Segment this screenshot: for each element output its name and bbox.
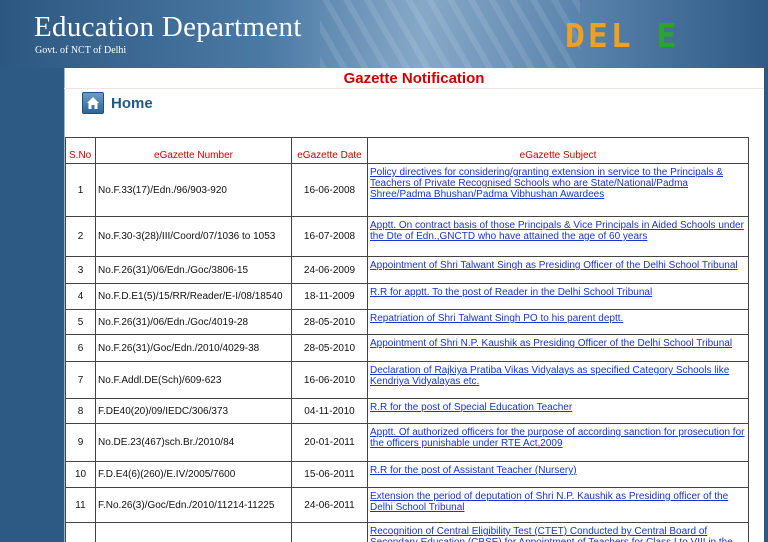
row-egazette-number: F.No.26(3)/Goc/Edn./2010/11214-11225 — [95, 487, 292, 523]
row-subject-link[interactable]: Recognition of Central Eligibility Test … — [370, 526, 733, 542]
table-row: 7 No.F.Addl.DE(Sch)/609-623 16-06-2010 D… — [65, 361, 749, 399]
row-sno: 9 — [65, 423, 96, 462]
row-egazette-date: 15-06-2011 — [291, 461, 368, 488]
row-egazette-date: 24-06-2011 — [291, 487, 368, 523]
row-sno: 7 — [65, 361, 96, 399]
table-row: 4 No.F.D.E1(5)/15/RR/Reader/E-I/08/18540… — [65, 283, 749, 310]
logo-part-del: DEL — [565, 16, 634, 55]
row-subject-link[interactable]: R.R for the post of Assistant Teacher (N… — [370, 465, 577, 476]
row-egazette-date — [291, 522, 368, 542]
row-subject-link[interactable]: R.R for the post of Special Education Te… — [370, 402, 572, 413]
table-row: 11 F.No.26(3)/Goc/Edn./2010/11214-11225 … — [65, 487, 749, 523]
row-subject-cell: Extension the period of deputation of Sh… — [367, 487, 749, 523]
row-egazette-number — [95, 522, 292, 542]
table-row: 10 F.D.E4(6)(260)/E.IV/2005/7600 15-06-2… — [65, 461, 749, 488]
row-egazette-date: 28-05-2010 — [291, 334, 368, 362]
row-egazette-date: 18-11-2009 — [291, 283, 368, 310]
logo-part-e: E — [656, 16, 680, 55]
header-egazette-subject: eGazette Subject — [367, 137, 749, 164]
row-egazette-number: No.F.26(31)/06/Edn./Goc/3806-15 — [95, 256, 292, 284]
row-sno: 8 — [65, 398, 96, 424]
row-egazette-number: No.DE.23(467)sch.Br./2010/84 — [95, 423, 292, 462]
row-egazette-number: F.D.E4(6)(260)/E.IV/2005/7600 — [95, 461, 292, 488]
row-subject-cell: Policy directives for considering/granti… — [367, 163, 749, 217]
row-egazette-number: No.F.D.E1(5)/15/RR/Reader/E-I/08/18540 — [95, 283, 292, 310]
row-sno: 1 — [65, 163, 96, 217]
row-subject-cell: Recognition of Central Eligibility Test … — [367, 522, 749, 542]
row-subject-cell: Declaration of Rajkiya Pratiba Vikas Vid… — [367, 361, 749, 399]
row-egazette-date: 20-01-2011 — [291, 423, 368, 462]
row-egazette-number: F.DE40(20)/09/IEDC/306/373 — [95, 398, 292, 424]
row-egazette-number: No.F.33(17)/Edn./96/903-920 — [95, 163, 292, 217]
table-row: 1 No.F.33(17)/Edn./96/903-920 16-06-2008… — [65, 163, 749, 217]
row-subject-link[interactable]: Repatriation of Shri Talwant Singh PO to… — [370, 313, 623, 324]
row-subject-cell: R.R for apptt. To the post of Reader in … — [367, 283, 749, 310]
banner-pattern — [320, 0, 580, 68]
row-egazette-number: No.F.26(31)/Goc/Edn./2010/4029-38 — [95, 334, 292, 362]
row-sno — [65, 522, 96, 542]
dele-logo: DEL E — [565, 18, 679, 54]
table-row: 9 No.DE.23(467)sch.Br./2010/84 20-01-201… — [65, 423, 749, 462]
row-egazette-number: No.F.26(31)/06/Edn./Goc/4019-28 — [95, 309, 292, 335]
row-sno: 4 — [65, 283, 96, 310]
row-egazette-date: 16-07-2008 — [291, 216, 368, 257]
home-icon[interactable] — [82, 92, 104, 114]
row-subject-link[interactable]: Apptt. On contract basis of those Princi… — [370, 220, 744, 242]
row-egazette-date: 28-05-2010 — [291, 309, 368, 335]
row-subject-link[interactable]: Apptt. Of authorized officers for the pu… — [370, 427, 744, 449]
title-divider — [64, 88, 764, 89]
home-link[interactable]: Home — [82, 91, 153, 115]
row-subject-link[interactable]: Declaration of Rajkiya Pratiba Vikas Vid… — [370, 365, 729, 387]
row-egazette-number: No.F.30-3(28)/III/Coord/07/1036 to 1053 — [95, 216, 292, 257]
header-egazette-date: eGazette Date — [291, 137, 368, 164]
row-sno: 5 — [65, 309, 96, 335]
row-egazette-date: 16-06-2010 — [291, 361, 368, 399]
header-egazette-number: eGazette Number — [95, 137, 292, 164]
gazette-table: S.No eGazette Number eGazette Date eGaze… — [65, 137, 749, 542]
row-sno: 10 — [65, 461, 96, 488]
department-title: Education Department — [34, 11, 302, 43]
row-subject-cell: R.R for the post of Special Education Te… — [367, 398, 749, 424]
header-banner: Education Department Govt. of NCT of Del… — [0, 0, 768, 68]
row-egazette-date: 24-06-2009 — [291, 256, 368, 284]
row-egazette-date: 16-06-2008 — [291, 163, 368, 217]
row-subject-cell: Apptt. Of authorized officers for the pu… — [367, 423, 749, 462]
row-subject-cell: Appointment of Shri N.P. Kaushik as Pres… — [367, 334, 749, 362]
row-subject-cell: Repatriation of Shri Talwant Singh PO to… — [367, 309, 749, 335]
table-row: 8 F.DE40(20)/09/IEDC/306/373 04-11-2010 … — [65, 398, 749, 424]
row-subject-cell: Appointment of Shri Talwant Singh as Pre… — [367, 256, 749, 284]
table-row: 2 No.F.30-3(28)/III/Coord/07/1036 to 105… — [65, 216, 749, 257]
table-row: Recognition of Central Eligibility Test … — [65, 522, 749, 542]
row-sno: 6 — [65, 334, 96, 362]
table-row: 6 No.F.26(31)/Goc/Edn./2010/4029-38 28-0… — [65, 334, 749, 362]
row-egazette-number: No.F.Addl.DE(Sch)/609-623 — [95, 361, 292, 399]
table-row: 3 No.F.26(31)/06/Edn./Goc/3806-15 24-06-… — [65, 256, 749, 284]
row-subject-link[interactable]: Appointment of Shri Talwant Singh as Pre… — [370, 260, 738, 271]
table-row: 5 No.F.26(31)/06/Edn./Goc/4019-28 28-05-… — [65, 309, 749, 335]
right-sidebar-frame — [764, 68, 768, 542]
row-subject-cell: R.R for the post of Assistant Teacher (N… — [367, 461, 749, 488]
table-header-row: S.No eGazette Number eGazette Date eGaze… — [65, 137, 749, 164]
left-sidebar-frame — [0, 68, 64, 542]
row-subject-link[interactable]: Extension the period of deputation of Sh… — [370, 491, 728, 513]
government-subtitle: Govt. of NCT of Delhi — [35, 45, 127, 56]
row-subject-link[interactable]: R.R for apptt. To the post of Reader in … — [370, 287, 652, 298]
row-subject-link[interactable]: Appointment of Shri N.P. Kaushik as Pres… — [370, 338, 732, 349]
row-subject-cell: Apptt. On contract basis of those Princi… — [367, 216, 749, 257]
row-sno: 11 — [65, 487, 96, 523]
row-egazette-date: 04-11-2010 — [291, 398, 368, 424]
row-sno: 2 — [65, 216, 96, 257]
row-sno: 3 — [65, 256, 96, 284]
home-label[interactable]: Home — [111, 95, 153, 112]
header-sno: S.No — [65, 137, 96, 164]
row-subject-link[interactable]: Policy directives for considering/granti… — [370, 167, 723, 200]
page-title: Gazette Notification — [343, 70, 485, 87]
